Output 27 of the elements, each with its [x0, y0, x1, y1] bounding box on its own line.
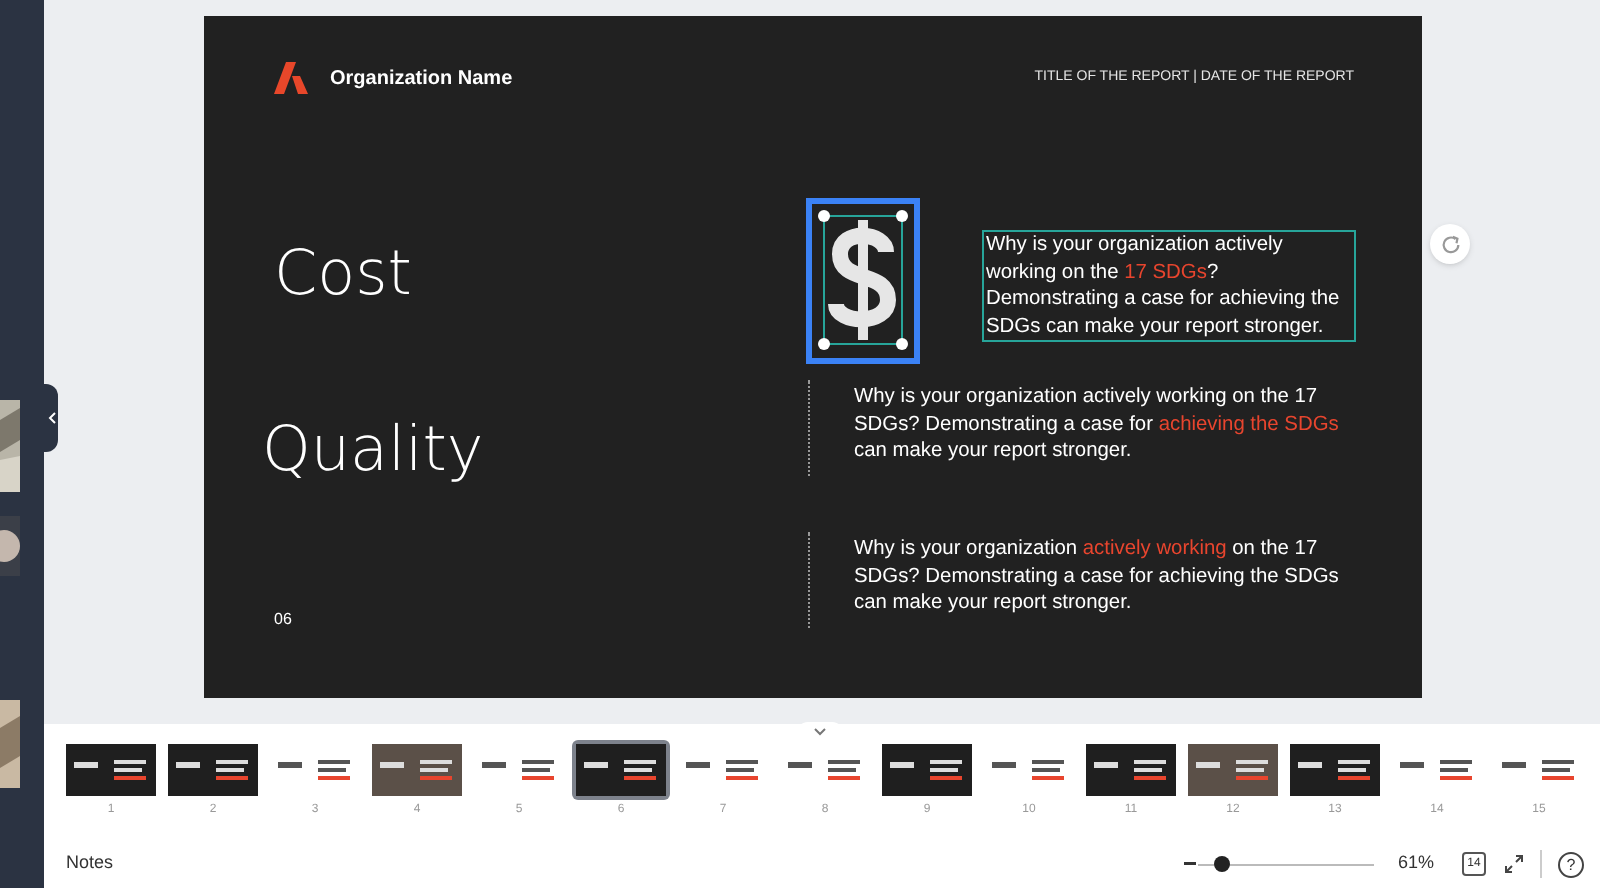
dollar-icon[interactable] — [806, 198, 920, 364]
refresh-icon — [1439, 233, 1461, 255]
organization-name: Organization Name — [330, 66, 513, 94]
chevron-left-icon — [47, 412, 55, 424]
slide-heading: Quality — [262, 412, 484, 490]
text-paragraph[interactable]: Why is your organization actively working on the 17 SDGs? Demonstrating a case for achieving the SDGs can make your report stronger. — [984, 232, 1354, 340]
help-button[interactable]: ? — [1558, 851, 1584, 877]
fullscreen-icon[interactable] — [1504, 854, 1524, 874]
text-paragraph[interactable]: Why is your organization actively working on the 17 SDGs? Demonstrating a case for achieving the SDGs can make your report stronger. — [854, 536, 1346, 617]
refresh-button[interactable] — [1430, 224, 1470, 264]
slide-thumbnail[interactable] — [1082, 740, 1180, 800]
notes-button[interactable]: Notes — [66, 850, 114, 878]
zoom-slider[interactable] — [1198, 854, 1374, 874]
text-paragraph[interactable]: Why is your organization actively working on the 17 SDGs? Demonstrating a case for achieving the SDGs can make your report stronger. — [854, 384, 1346, 465]
slide-thumbnail[interactable] — [1184, 740, 1282, 800]
page-number: 06 — [274, 608, 292, 632]
slide-thumbnail[interactable] — [1286, 740, 1384, 800]
zoom-percentage: 61% — [1398, 850, 1437, 877]
slide-thumbnail[interactable] — [62, 740, 160, 800]
slide-thumbnail[interactable] — [572, 740, 670, 800]
chevron-down-icon — [814, 728, 826, 736]
slide-thumbnail[interactable] — [164, 740, 262, 800]
slide-thumbnail[interactable] — [368, 740, 466, 800]
slide-thumbnail[interactable] — [878, 740, 976, 800]
slide-heading: Cost — [274, 236, 412, 314]
collapse-panel-tab[interactable] — [44, 384, 58, 452]
logo-icon — [274, 62, 308, 94]
